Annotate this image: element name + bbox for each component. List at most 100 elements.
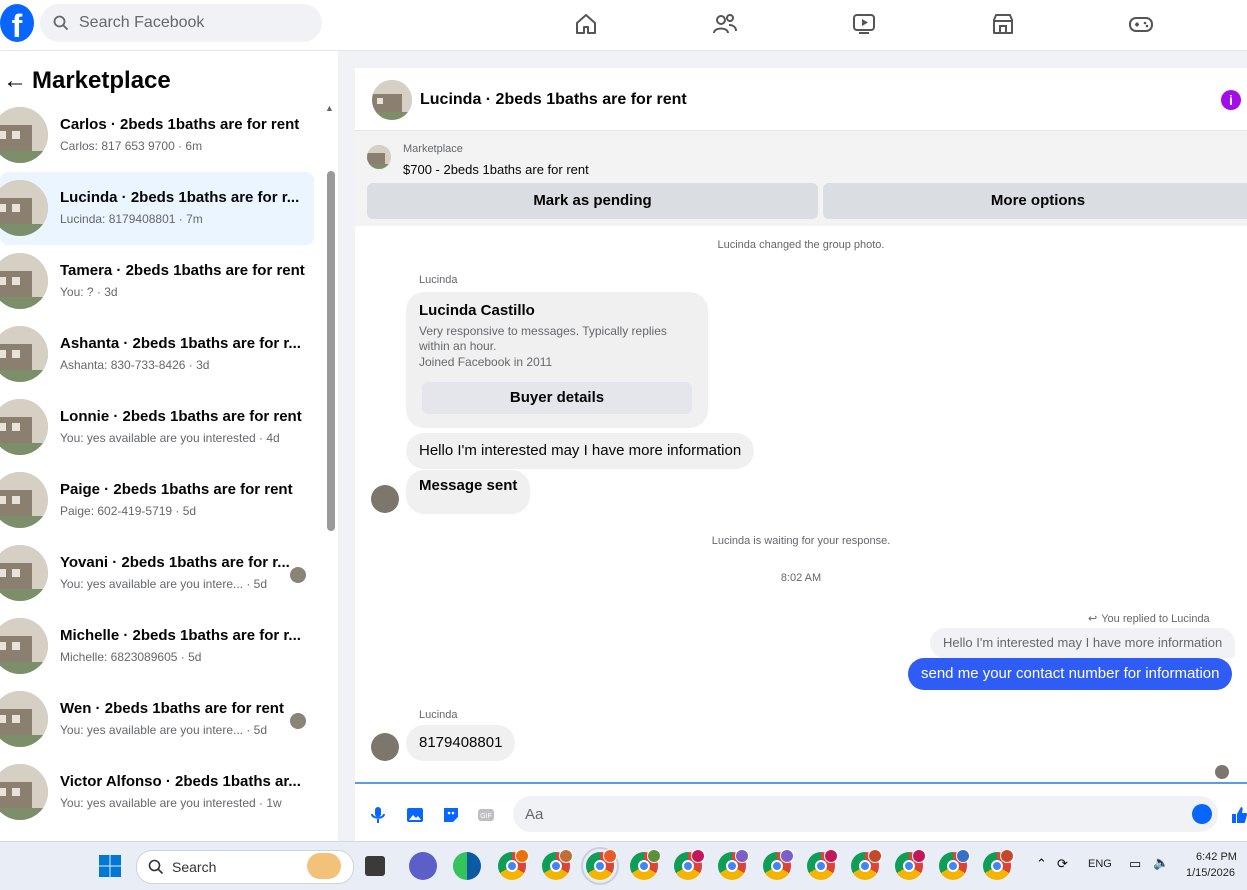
message-bubble[interactable]: 8179408801 (406, 725, 516, 761)
listing-thumbnail (0, 180, 48, 236)
listing-price-title[interactable]: $700 - 2beds 1baths are for rent (403, 162, 589, 177)
listing-thumbnail (0, 545, 48, 601)
conversation-preview: You: yes available are you interested · … (60, 431, 280, 445)
microphone-icon[interactable] (368, 805, 388, 825)
volume-icon[interactable]: 🔈 (1153, 855, 1169, 871)
buyer-name[interactable]: Lucinda Castillo (419, 302, 535, 319)
quoted-message: Hello I'm interested may I have more inf… (930, 628, 1236, 658)
conversation-item[interactable]: Wen · 2beds 1baths are for rent You: yes… (0, 683, 314, 756)
home-icon[interactable] (571, 9, 601, 39)
gaming-icon[interactable] (1126, 9, 1156, 39)
clock-time[interactable]: 6:42 PM (1196, 851, 1237, 863)
info-icon[interactable]: i (1221, 90, 1241, 110)
chrome-icon[interactable] (542, 849, 573, 880)
chrome-icon[interactable] (674, 849, 705, 880)
buyer-joined: Joined Facebook in 2011 (419, 355, 553, 369)
conversation-preview: Ashanta: 830-733-8426 · 3d (60, 358, 210, 372)
listing-thumbnail[interactable] (367, 145, 391, 169)
message-timestamp: 8:02 AM (780, 572, 822, 584)
conversation-preview: You: ? · 3d (60, 285, 118, 299)
edge-icon[interactable] (453, 852, 481, 880)
chat-panel: Lucinda · 2beds 1baths are for rent i Ma… (355, 68, 1247, 841)
facebook-logo[interactable]: f (0, 4, 34, 42)
conversation-item[interactable]: Lucinda · 2beds 1baths are for r... Luci… (0, 172, 314, 245)
search-input[interactable] (77, 13, 301, 33)
teams-icon[interactable] (409, 852, 437, 880)
conversation-item[interactable]: Tamera · 2beds 1baths are for rent You: … (0, 245, 314, 318)
chat-avatar[interactable] (372, 80, 412, 120)
more-options-button[interactable]: More options (823, 183, 1247, 219)
message-composer: GIF Aa (355, 782, 1247, 843)
chrome-icon[interactable] (630, 849, 661, 880)
sent-message-bubble[interactable]: send me your contact number for informat… (908, 658, 1233, 690)
listing-thumbnail (0, 472, 48, 528)
buyer-details-button[interactable]: Buyer details (422, 382, 692, 414)
scrollbar-thumb[interactable] (327, 171, 335, 531)
chrome-icon[interactable] (498, 849, 529, 880)
language-indicator[interactable]: ENG (1088, 858, 1112, 870)
sidebar-scrollbar[interactable]: ▲ (322, 103, 336, 839)
chrome-icon[interactable] (851, 849, 882, 880)
mark-as-pending-button[interactable]: Mark as pending (367, 183, 818, 219)
network-icon[interactable]: ▭ (1129, 856, 1141, 872)
conversation-item[interactable]: Lonnie · 2beds 1baths are for rent You: … (0, 391, 314, 464)
conversation-name: Lonnie · 2beds 1baths are for rent (60, 408, 302, 425)
conversation-item[interactable]: Carlos · 2beds 1baths are for rent Carlo… (0, 99, 314, 172)
like-icon[interactable] (1229, 805, 1247, 825)
conversation-name: Ashanta · 2beds 1baths are for r... (60, 335, 301, 352)
conversation-item[interactable]: Paige · 2beds 1baths are for rent Paige:… (0, 464, 314, 537)
message-bubble[interactable]: Message sent (406, 470, 531, 514)
friends-icon[interactable] (710, 9, 740, 39)
message-bubble[interactable]: Hello I'm interested may I have more inf… (406, 433, 755, 469)
sender-avatar[interactable] (371, 485, 399, 513)
message-input-placeholder: Aa (525, 806, 544, 823)
listing-bar: Marketplace $700 - 2beds 1baths are for … (355, 131, 1247, 226)
conversation-name: Lucinda · 2beds 1baths are for r... (60, 189, 300, 206)
reply-arrow-icon: ↩ (1088, 613, 1098, 625)
tray-expand-icon[interactable]: ⌃ (1036, 856, 1047, 872)
conversation-item[interactable]: Victor Alfonso · 2beds 1baths ar... You:… (0, 756, 314, 829)
chrome-icon[interactable] (939, 849, 970, 880)
seen-avatar (290, 567, 306, 583)
sync-icon[interactable]: ⟳ (1057, 856, 1068, 872)
buyer-description: Very responsive to messages. Typically r… (419, 324, 667, 353)
chrome-icon[interactable] (895, 849, 926, 880)
system-message: Lucinda changed the group photo. (717, 239, 885, 251)
search-box[interactable] (40, 4, 322, 42)
clock-date[interactable]: 1/15/2026 (1186, 867, 1235, 879)
seen-avatar (1215, 765, 1229, 779)
conversation-item[interactable]: Yovani · 2beds 1baths are for r... You: … (0, 537, 314, 610)
taskbar-search[interactable]: Search (136, 850, 354, 884)
emoji-icon[interactable] (1192, 804, 1212, 824)
chrome-icon[interactable] (763, 849, 794, 880)
chat-title[interactable]: Lucinda · 2beds 1baths are for rent (420, 91, 687, 109)
conversation-item[interactable]: Michelle · 2beds 1baths are for r... Mic… (0, 610, 314, 683)
taskbar-search-label: Search (172, 859, 217, 875)
chrome-icon[interactable] (983, 849, 1014, 880)
chrome-icon[interactable] (581, 847, 619, 885)
message-sender: Lucinda (419, 709, 458, 721)
buyer-profile-card: Lucinda Castillo Very responsive to mess… (406, 292, 708, 428)
conversation-item[interactable]: Ashanta · 2beds 1baths are for r... Asha… (0, 318, 314, 391)
listing-thumbnail (0, 691, 48, 747)
chrome-icon[interactable] (718, 849, 749, 880)
conversation-name: Victor Alfonso · 2beds 1baths ar... (60, 773, 301, 790)
marketplace-icon[interactable] (988, 9, 1018, 39)
windows-start-icon[interactable] (98, 854, 122, 878)
top-navigation-bar: f (0, 0, 1247, 51)
chrome-icon[interactable] (807, 849, 838, 880)
photo-icon[interactable] (405, 805, 425, 825)
scroll-up-arrow-icon[interactable]: ▲ (325, 103, 334, 113)
message-input[interactable]: Aa (513, 796, 1218, 832)
windows-taskbar: Search ⌃ ⟳ ENG ▭ 🔈 6:42 PM 1/15/2026 (0, 841, 1247, 890)
conversation-preview: You: yes available are you interested · … (60, 796, 282, 810)
back-arrow-icon[interactable]: ← (0, 67, 30, 95)
sticker-icon[interactable] (441, 805, 461, 825)
task-view-icon[interactable] (365, 856, 385, 876)
conversation-name: Wen · 2beds 1baths are for rent (60, 700, 284, 717)
conversation-name: Michelle · 2beds 1baths are for r... (60, 627, 301, 644)
conversation-preview: Lucinda: 8179408801 · 7m (60, 212, 203, 226)
sender-avatar[interactable] (371, 733, 399, 761)
gif-icon[interactable]: GIF (476, 805, 496, 825)
video-icon[interactable] (849, 9, 879, 39)
